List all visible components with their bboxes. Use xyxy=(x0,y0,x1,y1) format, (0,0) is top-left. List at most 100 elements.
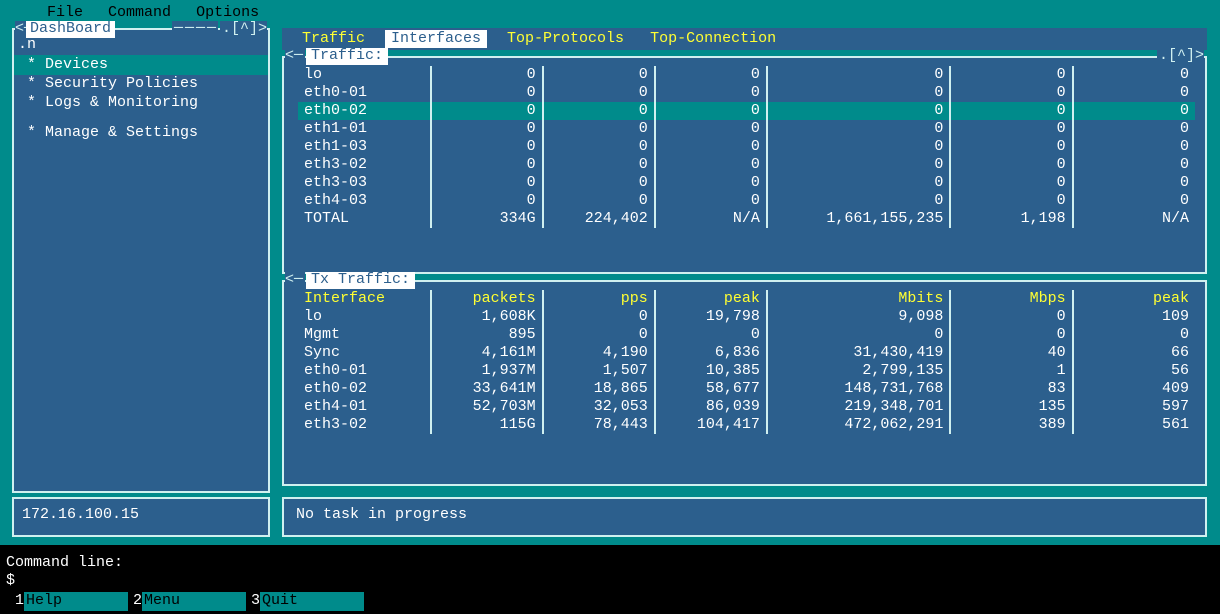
table-row[interactable]: eth4-0152,703M32,05386,039219,348,701135… xyxy=(298,398,1195,416)
row-label: eth3-02 xyxy=(298,416,431,434)
table-row[interactable]: lo1,608K019,7989,0980109 xyxy=(298,308,1195,326)
traffic-panel: <─ Traffic: .[^]> lo000000eth0-01000000e… xyxy=(282,56,1207,274)
row-label: eth3-03 xyxy=(298,174,431,192)
ip-box: 172.16.100.15 xyxy=(12,497,270,537)
table-row[interactable]: eth0-02000000 xyxy=(298,102,1195,120)
row-value: 334G xyxy=(431,210,543,228)
row-value: 86,039 xyxy=(655,398,767,416)
table-row[interactable]: lo000000 xyxy=(298,66,1195,84)
row-value: 83 xyxy=(950,380,1072,398)
row-value: 52,703M xyxy=(431,398,543,416)
row-value: 0 xyxy=(431,138,543,156)
row-value: 0 xyxy=(1073,138,1195,156)
row-value: 0 xyxy=(543,120,655,138)
command-line-area: Command line: $ xyxy=(6,555,123,591)
task-status: No task in progress xyxy=(296,506,467,523)
table-row[interactable]: eth1-03000000 xyxy=(298,138,1195,156)
row-value: 0 xyxy=(655,174,767,192)
row-value: 0 xyxy=(543,192,655,210)
row-label: Sync xyxy=(298,344,431,362)
frame-left-angle-icon: <─ xyxy=(285,48,305,65)
row-value: 31,430,419 xyxy=(767,344,950,362)
row-label: lo xyxy=(298,308,431,326)
row-value: 0 xyxy=(950,326,1072,344)
row-value: 0 xyxy=(767,156,950,174)
tab-interfaces[interactable]: Interfaces xyxy=(385,30,487,49)
row-value: 1,608K xyxy=(431,308,543,326)
row-value: 0 xyxy=(543,308,655,326)
sidebar-item-logs-monitoring[interactable]: * Logs & Monitoring xyxy=(14,94,268,113)
tab-traffic[interactable]: Traffic xyxy=(296,30,371,49)
row-value: 0 xyxy=(1073,120,1195,138)
row-label: TOTAL xyxy=(298,210,431,228)
row-value: 0 xyxy=(767,120,950,138)
frame-left-angle-icon: <─ xyxy=(285,272,305,289)
table-row[interactable]: Mgmt89500000 xyxy=(298,326,1195,344)
sidebar-item-n[interactable]: .n xyxy=(14,36,268,55)
tab-top-connection[interactable]: Top-Connection xyxy=(644,30,782,49)
row-label: eth4-01 xyxy=(298,398,431,416)
row-value: 33,641M xyxy=(431,380,543,398)
row-value: 219,348,701 xyxy=(767,398,950,416)
command-line-prompt[interactable]: $ xyxy=(6,573,123,591)
row-label: eth3-02 xyxy=(298,156,431,174)
fkey-3[interactable]: 3Quit xyxy=(246,592,364,611)
row-value: 0 xyxy=(767,102,950,120)
row-value: 895 xyxy=(431,326,543,344)
row-value: 78,443 xyxy=(543,416,655,434)
table-row[interactable]: eth0-0233,641M18,86558,677148,731,768834… xyxy=(298,380,1195,398)
row-value: 0 xyxy=(1073,102,1195,120)
row-value: 0 xyxy=(767,326,950,344)
row-value: 0 xyxy=(543,174,655,192)
table-row[interactable]: eth4-03000000 xyxy=(298,192,1195,210)
row-value: 104,417 xyxy=(655,416,767,434)
row-value: 561 xyxy=(1073,416,1195,434)
table-row[interactable]: eth3-02115G78,443104,417472,062,29138956… xyxy=(298,416,1195,434)
row-value: 148,731,768 xyxy=(767,380,950,398)
sidebar-item-devices[interactable]: * Devices xyxy=(14,55,268,76)
row-value: 6,836 xyxy=(655,344,767,362)
row-value: 0 xyxy=(950,138,1072,156)
row-value: 0 xyxy=(767,138,950,156)
traffic-table: lo000000eth0-01000000eth0-02000000eth1-0… xyxy=(298,66,1195,228)
tx-header-pps: pps xyxy=(543,290,655,308)
sidebar-item-manage-settings[interactable]: * Manage & Settings xyxy=(14,124,268,143)
row-value: 56 xyxy=(1073,362,1195,380)
tx-header-interface: Interface xyxy=(298,290,431,308)
row-value: 0 xyxy=(655,192,767,210)
table-row[interactable]: eth1-01000000 xyxy=(298,120,1195,138)
row-value: 4,161M xyxy=(431,344,543,362)
fkey-2[interactable]: 2Menu xyxy=(128,592,246,611)
row-value: N/A xyxy=(1073,210,1195,228)
fkey-1[interactable]: 1Help xyxy=(10,592,128,611)
tab-bar: Traffic Interfaces Top-Protocols Top-Con… xyxy=(282,28,1207,50)
row-value: 0 xyxy=(950,308,1072,326)
row-value: 58,677 xyxy=(655,380,767,398)
row-value: 0 xyxy=(543,326,655,344)
row-value: 2,799,135 xyxy=(767,362,950,380)
row-value: 0 xyxy=(543,138,655,156)
sidebar-item-security-policies[interactable]: * Security Policies xyxy=(14,75,268,94)
tx-header-packets: packets xyxy=(431,290,543,308)
tx-header-mbits: Mbits xyxy=(767,290,950,308)
table-row[interactable]: eth0-011,937M1,50710,3852,799,135156 xyxy=(298,362,1195,380)
tab-top-protocols[interactable]: Top-Protocols xyxy=(501,30,630,49)
row-value: 1,661,155,235 xyxy=(767,210,950,228)
tx-traffic-panel-title: Tx Traffic: xyxy=(306,272,415,289)
table-row[interactable]: eth0-01000000 xyxy=(298,84,1195,102)
row-value: 9,098 xyxy=(767,308,950,326)
row-label: lo xyxy=(298,66,431,84)
frame-dash-icon: ──── xyxy=(172,21,218,38)
row-value: 18,865 xyxy=(543,380,655,398)
table-row[interactable]: eth3-02000000 xyxy=(298,156,1195,174)
row-value: 472,062,291 xyxy=(767,416,950,434)
table-row[interactable]: TOTAL334G224,402N/A1,661,155,2351,198N/A xyxy=(298,210,1195,228)
row-value: 0 xyxy=(543,66,655,84)
table-row[interactable]: Sync4,161M4,1906,83631,430,4194066 xyxy=(298,344,1195,362)
row-label: Mgmt xyxy=(298,326,431,344)
tx-header-peak: peak xyxy=(655,290,767,308)
menu-command[interactable]: Command xyxy=(100,5,179,22)
tx-traffic-panel: <─ Tx Traffic: Interface packets pps xyxy=(282,280,1207,486)
row-value: 0 xyxy=(543,102,655,120)
table-row[interactable]: eth3-03000000 xyxy=(298,174,1195,192)
